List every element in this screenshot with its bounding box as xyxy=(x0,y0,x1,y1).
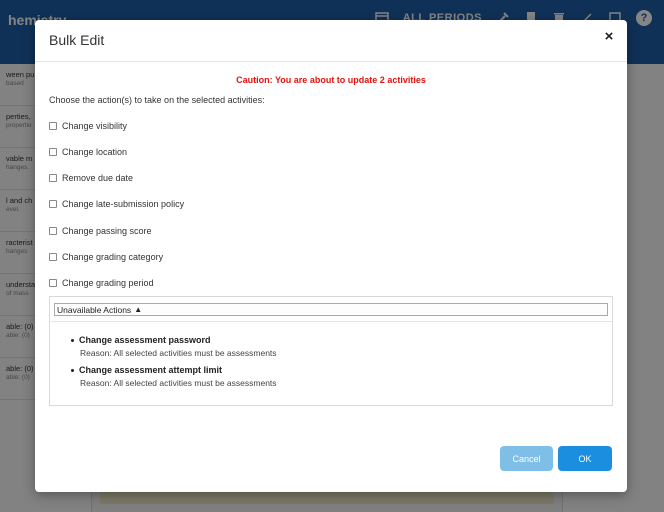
caret-up-icon: ▲ xyxy=(134,305,143,314)
unavailable-actions-title: Unavailable Actions xyxy=(57,304,132,315)
dialog-header: Bulk Edit × xyxy=(35,20,627,62)
unavailable-item-name: Change assessment attempt limit xyxy=(79,365,223,375)
option-label: Change late-submission policy xyxy=(62,199,185,209)
option-change-visibility[interactable]: Change visibility xyxy=(49,119,127,133)
ok-button[interactable]: OK xyxy=(558,446,612,471)
unavailable-item: Change assessment password Reason: All s… xyxy=(71,335,277,358)
unavailable-actions-toggle[interactable]: Unavailable Actions ▲ xyxy=(54,303,608,316)
grading-period-checkbox[interactable] xyxy=(49,279,57,287)
location-checkbox[interactable] xyxy=(49,148,57,156)
option-passing-score[interactable]: Change passing score xyxy=(49,224,152,238)
unavailable-item: Change assessment attempt limit Reason: … xyxy=(71,365,277,388)
bullet-icon xyxy=(71,368,74,372)
unavailable-item-name: Change assessment password xyxy=(79,335,211,345)
option-label: Change visibility xyxy=(62,121,128,131)
option-late-submission-policy[interactable]: Change late-submission policy xyxy=(49,197,184,211)
dialog-title: Bulk Edit xyxy=(49,32,105,48)
unavailable-actions-panel: Unavailable Actions ▲ Change assessment … xyxy=(49,296,613,406)
grading-category-checkbox[interactable] xyxy=(49,253,57,261)
bulk-edit-dialog: Bulk Edit × Caution: You are about to up… xyxy=(35,20,627,492)
late-submission-checkbox[interactable] xyxy=(49,200,57,208)
option-label: Remove due date xyxy=(62,173,134,183)
cancel-button[interactable]: Cancel xyxy=(500,446,553,471)
unavailable-item-reason: Reason: All selected activities must be … xyxy=(80,378,277,388)
unavailable-item-reason: Reason: All selected activities must be … xyxy=(80,348,277,358)
passing-score-checkbox[interactable] xyxy=(49,227,57,235)
option-label: Change location xyxy=(62,147,128,157)
option-change-location[interactable]: Change location xyxy=(49,145,127,159)
close-icon[interactable]: × xyxy=(601,29,617,45)
option-label: Change grading category xyxy=(62,252,164,262)
option-grading-category[interactable]: Change grading category xyxy=(49,250,163,264)
option-grading-period[interactable]: Change grading period xyxy=(49,276,154,290)
option-label: Change passing score xyxy=(62,226,152,236)
bullet-icon xyxy=(71,338,74,342)
caution-message: Caution: You are about to update 2 activ… xyxy=(236,75,426,85)
option-remove-due-date[interactable]: Remove due date xyxy=(49,171,133,185)
instruction-text: Choose the action(s) to take on the sele… xyxy=(49,95,265,105)
visibility-checkbox[interactable] xyxy=(49,122,57,130)
option-label: Change grading period xyxy=(62,278,154,288)
divider xyxy=(50,321,612,322)
due-date-checkbox[interactable] xyxy=(49,174,57,182)
